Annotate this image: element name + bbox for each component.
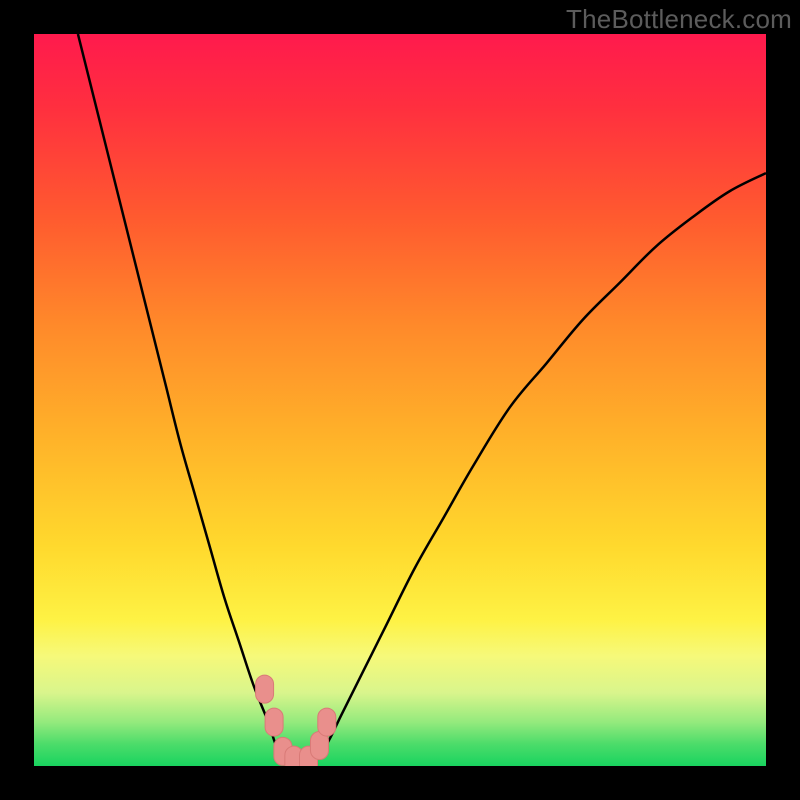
curve-left: [78, 34, 290, 762]
watermark-text: TheBottleneck.com: [566, 4, 792, 35]
curve-layer: [34, 34, 766, 766]
bottleneck-marker: [318, 708, 336, 736]
plot-area: [34, 34, 766, 766]
curve-right: [312, 173, 766, 762]
marker-group: [256, 675, 336, 766]
bottleneck-marker: [265, 708, 283, 736]
bottleneck-marker: [256, 675, 274, 703]
chart-frame: TheBottleneck.com: [0, 0, 800, 800]
